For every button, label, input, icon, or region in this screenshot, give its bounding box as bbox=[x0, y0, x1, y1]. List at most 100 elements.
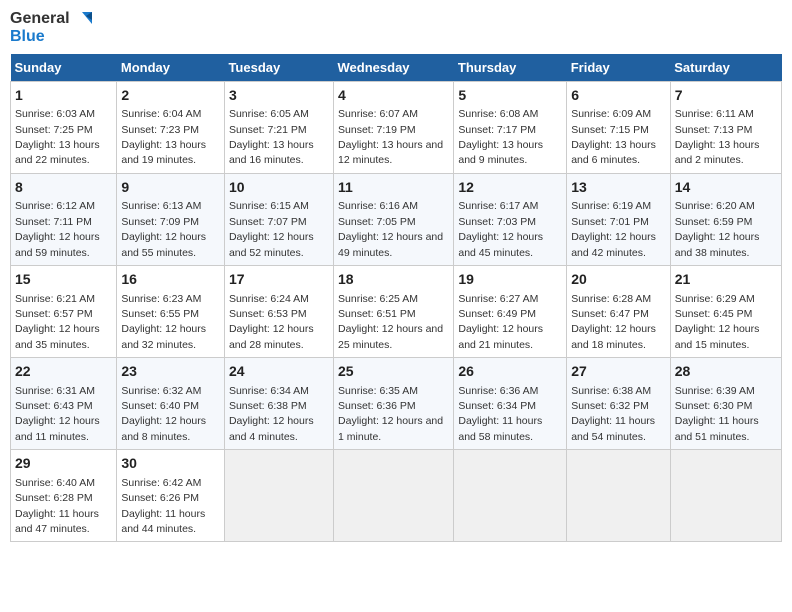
calendar-week-row: 8 Sunrise: 6:12 AMSunset: 7:11 PMDayligh… bbox=[11, 173, 782, 265]
day-number: 8 bbox=[15, 178, 112, 198]
day-number: 22 bbox=[15, 362, 112, 382]
header-cell-saturday: Saturday bbox=[670, 54, 781, 82]
day-number: 18 bbox=[338, 270, 449, 290]
day-info: Sunrise: 6:12 AMSunset: 7:11 PMDaylight:… bbox=[15, 200, 100, 258]
day-info: Sunrise: 6:32 AMSunset: 6:40 PMDaylight:… bbox=[121, 385, 206, 443]
day-number: 4 bbox=[338, 86, 449, 106]
calendar-table: SundayMondayTuesdayWednesdayThursdayFrid… bbox=[10, 54, 782, 543]
calendar-cell: 1 Sunrise: 6:03 AMSunset: 7:25 PMDayligh… bbox=[11, 81, 117, 173]
day-number: 9 bbox=[121, 178, 220, 198]
day-info: Sunrise: 6:24 AMSunset: 6:53 PMDaylight:… bbox=[229, 293, 314, 351]
day-number: 16 bbox=[121, 270, 220, 290]
calendar-cell bbox=[567, 450, 671, 542]
calendar-week-row: 1 Sunrise: 6:03 AMSunset: 7:25 PMDayligh… bbox=[11, 81, 782, 173]
day-info: Sunrise: 6:17 AMSunset: 7:03 PMDaylight:… bbox=[458, 200, 543, 258]
calendar-cell: 9 Sunrise: 6:13 AMSunset: 7:09 PMDayligh… bbox=[117, 173, 225, 265]
day-number: 23 bbox=[121, 362, 220, 382]
calendar-cell: 19 Sunrise: 6:27 AMSunset: 6:49 PMDaylig… bbox=[454, 265, 567, 357]
day-number: 11 bbox=[338, 178, 449, 198]
day-info: Sunrise: 6:35 AMSunset: 6:36 PMDaylight:… bbox=[338, 385, 443, 443]
calendar-week-row: 15 Sunrise: 6:21 AMSunset: 6:57 PMDaylig… bbox=[11, 265, 782, 357]
calendar-cell: 18 Sunrise: 6:25 AMSunset: 6:51 PMDaylig… bbox=[334, 265, 454, 357]
logo-text: General Blue bbox=[10, 10, 94, 46]
day-number: 14 bbox=[675, 178, 777, 198]
day-info: Sunrise: 6:08 AMSunset: 7:17 PMDaylight:… bbox=[458, 108, 543, 166]
day-number: 10 bbox=[229, 178, 329, 198]
day-number: 12 bbox=[458, 178, 562, 198]
calendar-cell bbox=[670, 450, 781, 542]
day-number: 24 bbox=[229, 362, 329, 382]
day-number: 26 bbox=[458, 362, 562, 382]
day-info: Sunrise: 6:21 AMSunset: 6:57 PMDaylight:… bbox=[15, 293, 100, 351]
logo-general: General bbox=[10, 10, 70, 28]
day-number: 6 bbox=[571, 86, 666, 106]
day-number: 21 bbox=[675, 270, 777, 290]
day-info: Sunrise: 6:23 AMSunset: 6:55 PMDaylight:… bbox=[121, 293, 206, 351]
day-info: Sunrise: 6:31 AMSunset: 6:43 PMDaylight:… bbox=[15, 385, 100, 443]
header: General Blue bbox=[10, 10, 782, 46]
logo: General Blue bbox=[10, 10, 94, 46]
day-number: 5 bbox=[458, 86, 562, 106]
calendar-cell: 11 Sunrise: 6:16 AMSunset: 7:05 PMDaylig… bbox=[334, 173, 454, 265]
calendar-cell: 3 Sunrise: 6:05 AMSunset: 7:21 PMDayligh… bbox=[224, 81, 333, 173]
day-number: 30 bbox=[121, 454, 220, 474]
day-info: Sunrise: 6:13 AMSunset: 7:09 PMDaylight:… bbox=[121, 200, 206, 258]
calendar-cell: 30 Sunrise: 6:42 AMSunset: 6:26 PMDaylig… bbox=[117, 450, 225, 542]
day-number: 29 bbox=[15, 454, 112, 474]
header-cell-friday: Friday bbox=[567, 54, 671, 82]
calendar-header-row: SundayMondayTuesdayWednesdayThursdayFrid… bbox=[11, 54, 782, 82]
calendar-cell: 24 Sunrise: 6:34 AMSunset: 6:38 PMDaylig… bbox=[224, 358, 333, 450]
day-info: Sunrise: 6:36 AMSunset: 6:34 PMDaylight:… bbox=[458, 385, 542, 443]
calendar-cell bbox=[224, 450, 333, 542]
day-info: Sunrise: 6:09 AMSunset: 7:15 PMDaylight:… bbox=[571, 108, 656, 166]
calendar-cell: 22 Sunrise: 6:31 AMSunset: 6:43 PMDaylig… bbox=[11, 358, 117, 450]
calendar-cell: 10 Sunrise: 6:15 AMSunset: 7:07 PMDaylig… bbox=[224, 173, 333, 265]
day-number: 28 bbox=[675, 362, 777, 382]
header-cell-monday: Monday bbox=[117, 54, 225, 82]
calendar-cell: 5 Sunrise: 6:08 AMSunset: 7:17 PMDayligh… bbox=[454, 81, 567, 173]
day-number: 7 bbox=[675, 86, 777, 106]
day-info: Sunrise: 6:40 AMSunset: 6:28 PMDaylight:… bbox=[15, 477, 99, 535]
day-info: Sunrise: 6:27 AMSunset: 6:49 PMDaylight:… bbox=[458, 293, 543, 351]
day-info: Sunrise: 6:20 AMSunset: 6:59 PMDaylight:… bbox=[675, 200, 760, 258]
day-number: 19 bbox=[458, 270, 562, 290]
calendar-cell: 25 Sunrise: 6:35 AMSunset: 6:36 PMDaylig… bbox=[334, 358, 454, 450]
calendar-cell: 17 Sunrise: 6:24 AMSunset: 6:53 PMDaylig… bbox=[224, 265, 333, 357]
day-info: Sunrise: 6:05 AMSunset: 7:21 PMDaylight:… bbox=[229, 108, 314, 166]
calendar-cell: 20 Sunrise: 6:28 AMSunset: 6:47 PMDaylig… bbox=[567, 265, 671, 357]
day-info: Sunrise: 6:03 AMSunset: 7:25 PMDaylight:… bbox=[15, 108, 100, 166]
calendar-cell: 6 Sunrise: 6:09 AMSunset: 7:15 PMDayligh… bbox=[567, 81, 671, 173]
calendar-week-row: 22 Sunrise: 6:31 AMSunset: 6:43 PMDaylig… bbox=[11, 358, 782, 450]
day-info: Sunrise: 6:11 AMSunset: 7:13 PMDaylight:… bbox=[675, 108, 760, 166]
calendar-cell: 15 Sunrise: 6:21 AMSunset: 6:57 PMDaylig… bbox=[11, 265, 117, 357]
day-number: 2 bbox=[121, 86, 220, 106]
header-cell-thursday: Thursday bbox=[454, 54, 567, 82]
calendar-cell: 23 Sunrise: 6:32 AMSunset: 6:40 PMDaylig… bbox=[117, 358, 225, 450]
calendar-cell: 29 Sunrise: 6:40 AMSunset: 6:28 PMDaylig… bbox=[11, 450, 117, 542]
calendar-cell: 27 Sunrise: 6:38 AMSunset: 6:32 PMDaylig… bbox=[567, 358, 671, 450]
calendar-cell: 28 Sunrise: 6:39 AMSunset: 6:30 PMDaylig… bbox=[670, 358, 781, 450]
day-info: Sunrise: 6:04 AMSunset: 7:23 PMDaylight:… bbox=[121, 108, 206, 166]
calendar-cell: 14 Sunrise: 6:20 AMSunset: 6:59 PMDaylig… bbox=[670, 173, 781, 265]
calendar-cell: 2 Sunrise: 6:04 AMSunset: 7:23 PMDayligh… bbox=[117, 81, 225, 173]
day-info: Sunrise: 6:38 AMSunset: 6:32 PMDaylight:… bbox=[571, 385, 655, 443]
day-number: 15 bbox=[15, 270, 112, 290]
day-number: 20 bbox=[571, 270, 666, 290]
calendar-cell: 12 Sunrise: 6:17 AMSunset: 7:03 PMDaylig… bbox=[454, 173, 567, 265]
calendar-cell: 13 Sunrise: 6:19 AMSunset: 7:01 PMDaylig… bbox=[567, 173, 671, 265]
calendar-cell: 8 Sunrise: 6:12 AMSunset: 7:11 PMDayligh… bbox=[11, 173, 117, 265]
calendar-cell: 7 Sunrise: 6:11 AMSunset: 7:13 PMDayligh… bbox=[670, 81, 781, 173]
day-number: 27 bbox=[571, 362, 666, 382]
header-cell-sunday: Sunday bbox=[11, 54, 117, 82]
calendar-cell: 21 Sunrise: 6:29 AMSunset: 6:45 PMDaylig… bbox=[670, 265, 781, 357]
header-cell-tuesday: Tuesday bbox=[224, 54, 333, 82]
day-info: Sunrise: 6:16 AMSunset: 7:05 PMDaylight:… bbox=[338, 200, 443, 258]
calendar-cell: 16 Sunrise: 6:23 AMSunset: 6:55 PMDaylig… bbox=[117, 265, 225, 357]
day-number: 3 bbox=[229, 86, 329, 106]
day-info: Sunrise: 6:07 AMSunset: 7:19 PMDaylight:… bbox=[338, 108, 443, 166]
day-number: 1 bbox=[15, 86, 112, 106]
day-info: Sunrise: 6:29 AMSunset: 6:45 PMDaylight:… bbox=[675, 293, 760, 351]
calendar-cell bbox=[454, 450, 567, 542]
logo-bird-icon bbox=[72, 10, 94, 28]
day-info: Sunrise: 6:19 AMSunset: 7:01 PMDaylight:… bbox=[571, 200, 656, 258]
